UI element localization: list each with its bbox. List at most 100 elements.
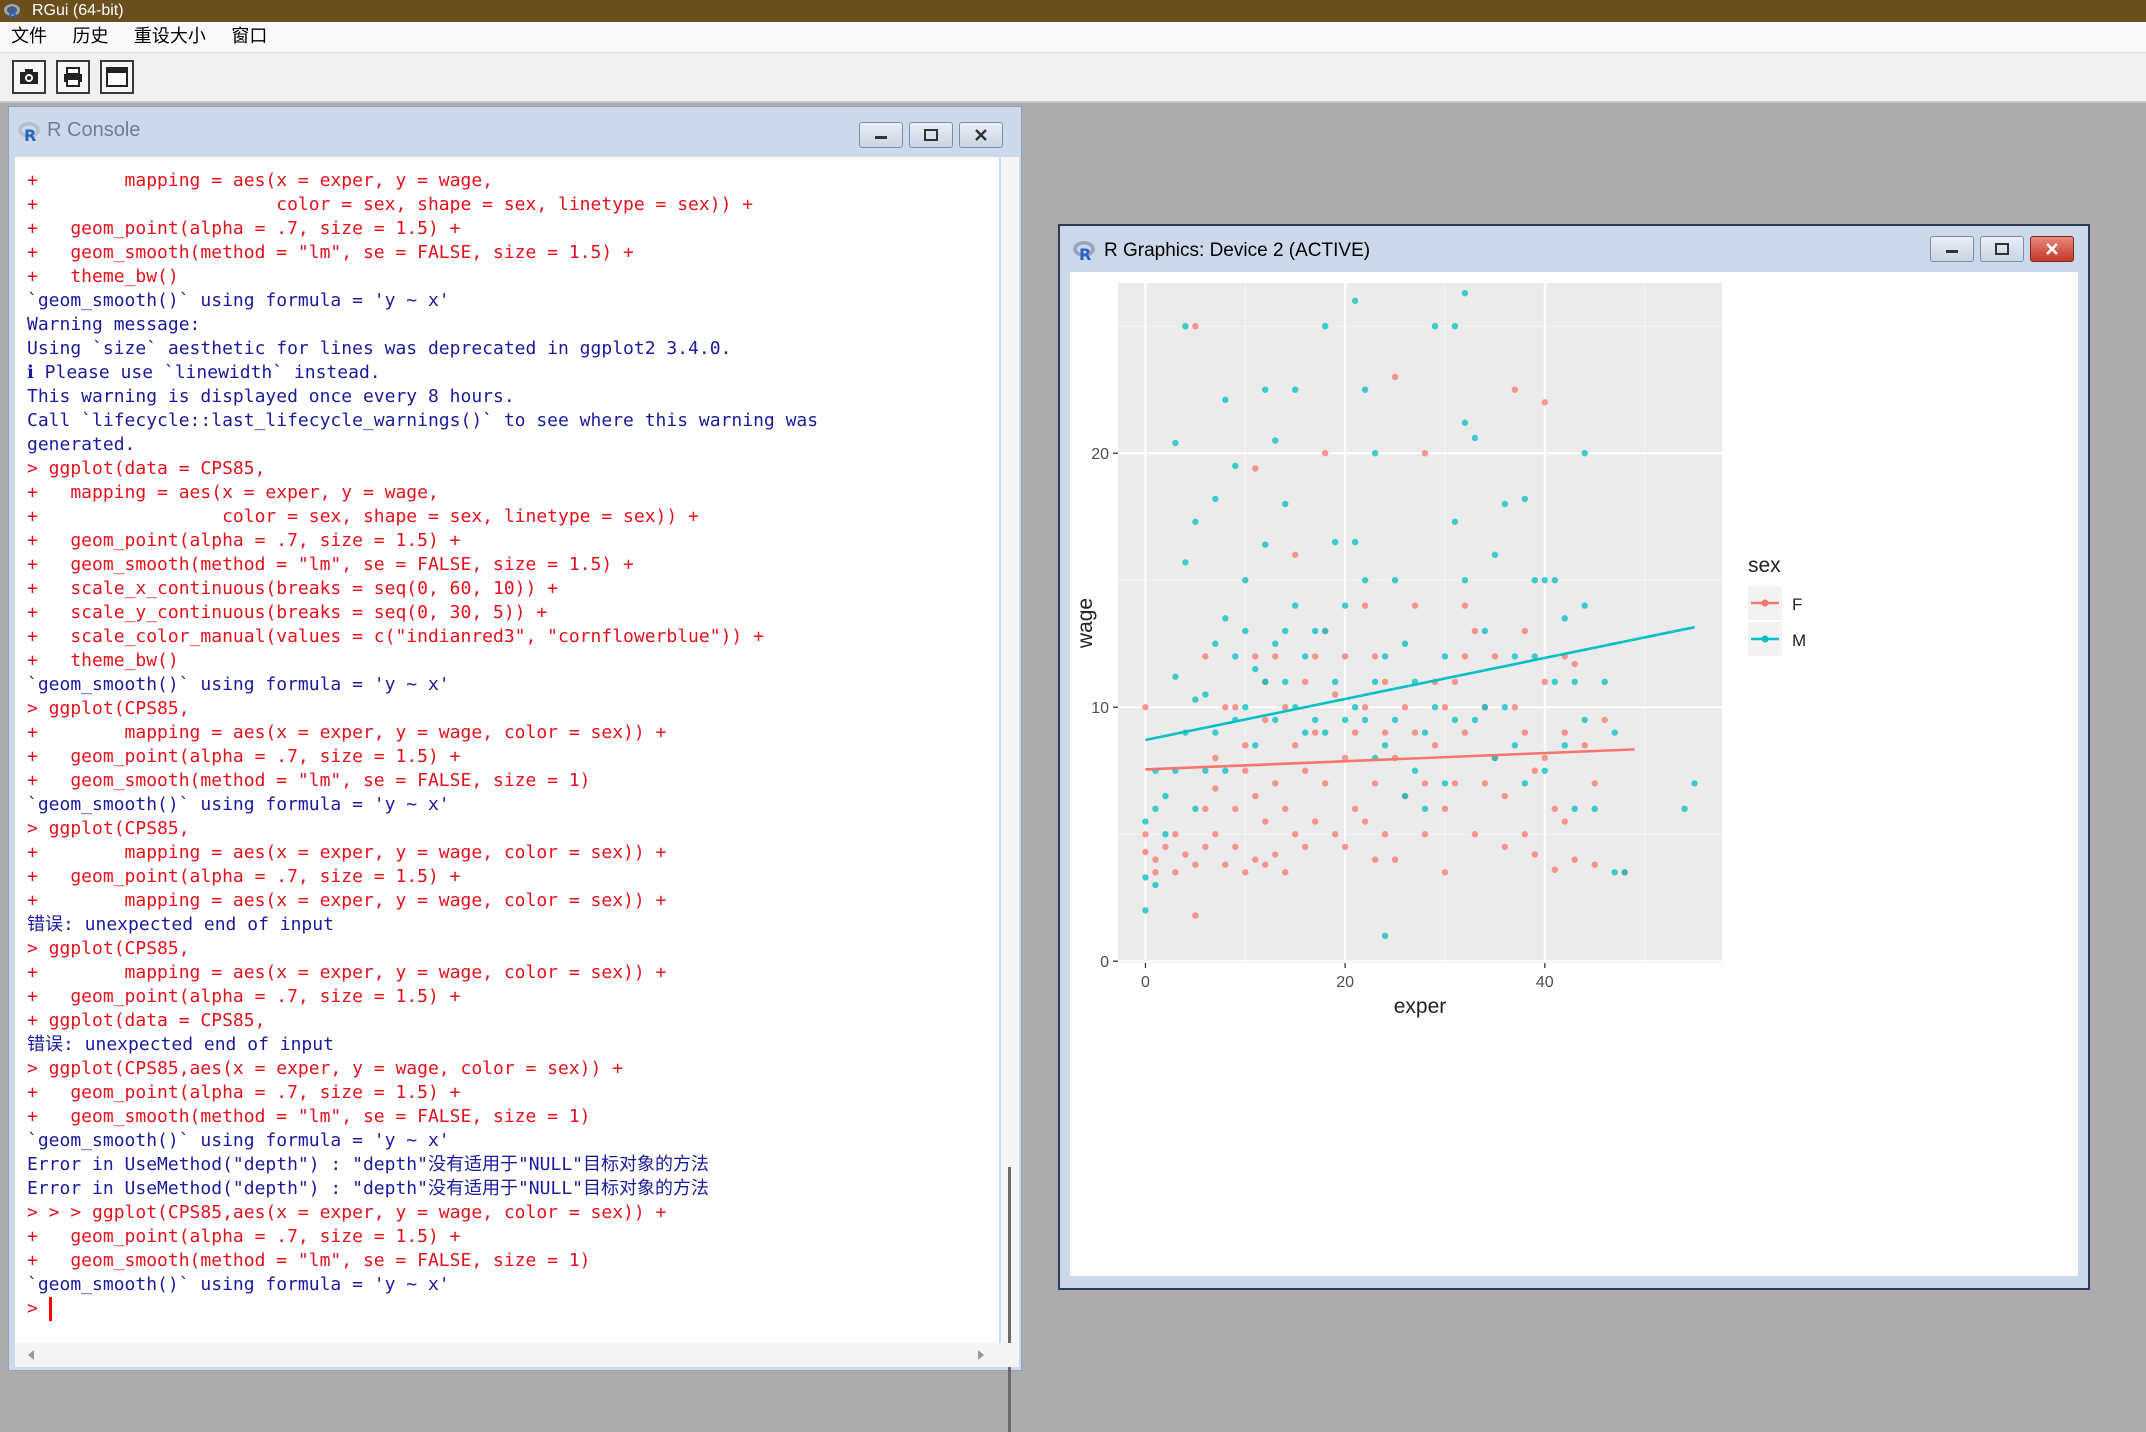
console-line: > ggplot(data = CPS85, bbox=[27, 458, 266, 479]
data-point-M bbox=[1361, 386, 1369, 393]
data-point-F bbox=[1341, 843, 1349, 851]
console-line: + geom_smooth(method = "lm", se = FALSE,… bbox=[27, 1250, 591, 1271]
data-point-F bbox=[1351, 729, 1359, 736]
data-point-M bbox=[1152, 805, 1159, 813]
data-point-F bbox=[1541, 678, 1548, 686]
data-point-M bbox=[1292, 602, 1299, 609]
data-point-F bbox=[1331, 831, 1339, 838]
data-point-F bbox=[1172, 831, 1179, 838]
data-point-F bbox=[1252, 856, 1259, 863]
data-point-F bbox=[1591, 780, 1598, 787]
data-point-M bbox=[1441, 653, 1449, 660]
graphics-maximize-button[interactable] bbox=[1980, 236, 2024, 262]
console-line: Error in UseMethod("depth") : "depth"没有适… bbox=[27, 1154, 709, 1175]
console-minimize-button[interactable] bbox=[859, 122, 903, 148]
console-line: + mapping = aes(x = exper, y = wage, bbox=[27, 170, 493, 191]
console-line: + theme_bw() bbox=[27, 650, 179, 671]
print-button[interactable] bbox=[56, 60, 90, 94]
data-point-M bbox=[1411, 767, 1419, 774]
console-titlebar[interactable]: R R Console bbox=[9, 107, 1021, 153]
graphics-minimize-button[interactable] bbox=[1930, 236, 1974, 262]
maximize-icon bbox=[1995, 243, 2009, 255]
data-point-M bbox=[1371, 449, 1379, 457]
data-point-M bbox=[1571, 678, 1578, 686]
data-point-F bbox=[1441, 704, 1449, 711]
data-point-M bbox=[1521, 495, 1529, 503]
scroll-right-icon[interactable] bbox=[975, 1349, 987, 1361]
data-point-M bbox=[1301, 729, 1309, 736]
console-line: + geom_point(alpha = .7, size = 1.5) + bbox=[27, 530, 461, 551]
data-point-F bbox=[1431, 742, 1439, 749]
console-line: + geom_point(alpha = .7, size = 1.5) + bbox=[27, 218, 461, 239]
data-point-F bbox=[1361, 818, 1369, 825]
data-point-F bbox=[1142, 704, 1149, 711]
console-line: > ggplot(CPS85, bbox=[27, 938, 190, 959]
data-point-M bbox=[1202, 691, 1209, 698]
console-line: + color = sex, shape = sex, linetype = s… bbox=[27, 194, 754, 215]
data-point-M bbox=[1192, 805, 1199, 813]
scroll-left-icon[interactable] bbox=[25, 1349, 37, 1361]
menu-window[interactable]: 窗口 bbox=[231, 22, 267, 52]
y-tick-label: 10 bbox=[1091, 700, 1109, 717]
console-line: + scale_color_manual(values = c("indianr… bbox=[27, 626, 764, 647]
data-point-M bbox=[1212, 495, 1219, 503]
data-point-F bbox=[1591, 861, 1598, 868]
data-point-M bbox=[1252, 665, 1259, 673]
data-point-M bbox=[1621, 869, 1628, 876]
data-point-M bbox=[1351, 297, 1359, 304]
data-point-F bbox=[1451, 678, 1459, 686]
graphics-close-button[interactable] bbox=[2030, 236, 2074, 262]
data-point-F bbox=[1212, 754, 1219, 762]
menu-history[interactable]: 历史 bbox=[72, 22, 108, 52]
data-point-M bbox=[1481, 704, 1489, 711]
legend: sex FM bbox=[1748, 554, 1806, 656]
copy-as-metafile-button[interactable] bbox=[12, 60, 46, 94]
data-point-F bbox=[1232, 805, 1239, 813]
menu-resize[interactable]: 重设大小 bbox=[134, 22, 206, 52]
console-vertical-scrollbar[interactable] bbox=[1001, 157, 1019, 1432]
app-title: RGui (64-bit) bbox=[32, 2, 124, 19]
data-point-F bbox=[1481, 780, 1489, 787]
data-point-F bbox=[1381, 831, 1389, 838]
data-point-F bbox=[1601, 716, 1608, 724]
graphics-titlebar[interactable]: R R Graphics: Device 2 (ACTIVE) bbox=[1060, 226, 2088, 270]
data-point-M bbox=[1581, 449, 1588, 457]
menu-file[interactable]: 文件 bbox=[11, 22, 47, 52]
data-point-M bbox=[1401, 792, 1409, 800]
console-line: generated. bbox=[27, 434, 136, 455]
data-point-F bbox=[1461, 602, 1469, 609]
data-point-M bbox=[1521, 780, 1529, 787]
console-lines: + mapping = aes(x = exper, y = wage, + co… bbox=[27, 169, 818, 1321]
data-point-F bbox=[1561, 729, 1568, 736]
scrollbar-thumb[interactable] bbox=[1008, 1167, 1011, 1432]
data-point-F bbox=[1252, 653, 1259, 660]
data-point-F bbox=[1371, 780, 1379, 787]
console-line: `geom_smooth()` using formula = 'y ~ x' bbox=[27, 1130, 450, 1151]
data-point-M bbox=[1222, 396, 1229, 404]
console-line: + geom_point(alpha = .7, size = 1.5) + bbox=[27, 866, 461, 887]
data-point-F bbox=[1242, 869, 1249, 876]
data-point-M bbox=[1232, 653, 1239, 660]
data-point-M bbox=[1242, 704, 1249, 711]
plot-canvas[interactable]: 0 20 40 0 10 20 exper wage sex FM bbox=[1070, 272, 2078, 1276]
data-point-F bbox=[1421, 780, 1429, 787]
data-point-M bbox=[1212, 729, 1219, 736]
data-point-M bbox=[1341, 602, 1349, 609]
data-point-M bbox=[1451, 716, 1459, 724]
toolbar bbox=[0, 53, 2146, 103]
svg-text:R: R bbox=[8, 7, 18, 20]
console-horizontal-scrollbar[interactable] bbox=[15, 1343, 1019, 1367]
data-point-M bbox=[1142, 907, 1149, 914]
svg-text:R: R bbox=[1079, 245, 1091, 262]
data-point-F bbox=[1262, 716, 1269, 724]
data-point-F bbox=[1262, 861, 1269, 868]
data-point-F bbox=[1242, 767, 1249, 774]
data-point-M bbox=[1461, 576, 1469, 584]
data-point-M bbox=[1142, 874, 1149, 881]
data-point-F bbox=[1212, 785, 1219, 792]
console-output[interactable]: + mapping = aes(x = exper, y = wage, + co… bbox=[15, 157, 999, 1343]
console-close-button[interactable] bbox=[959, 122, 1003, 148]
data-point-F bbox=[1292, 831, 1299, 838]
new-window-button[interactable] bbox=[100, 60, 134, 94]
console-maximize-button[interactable] bbox=[909, 122, 953, 148]
